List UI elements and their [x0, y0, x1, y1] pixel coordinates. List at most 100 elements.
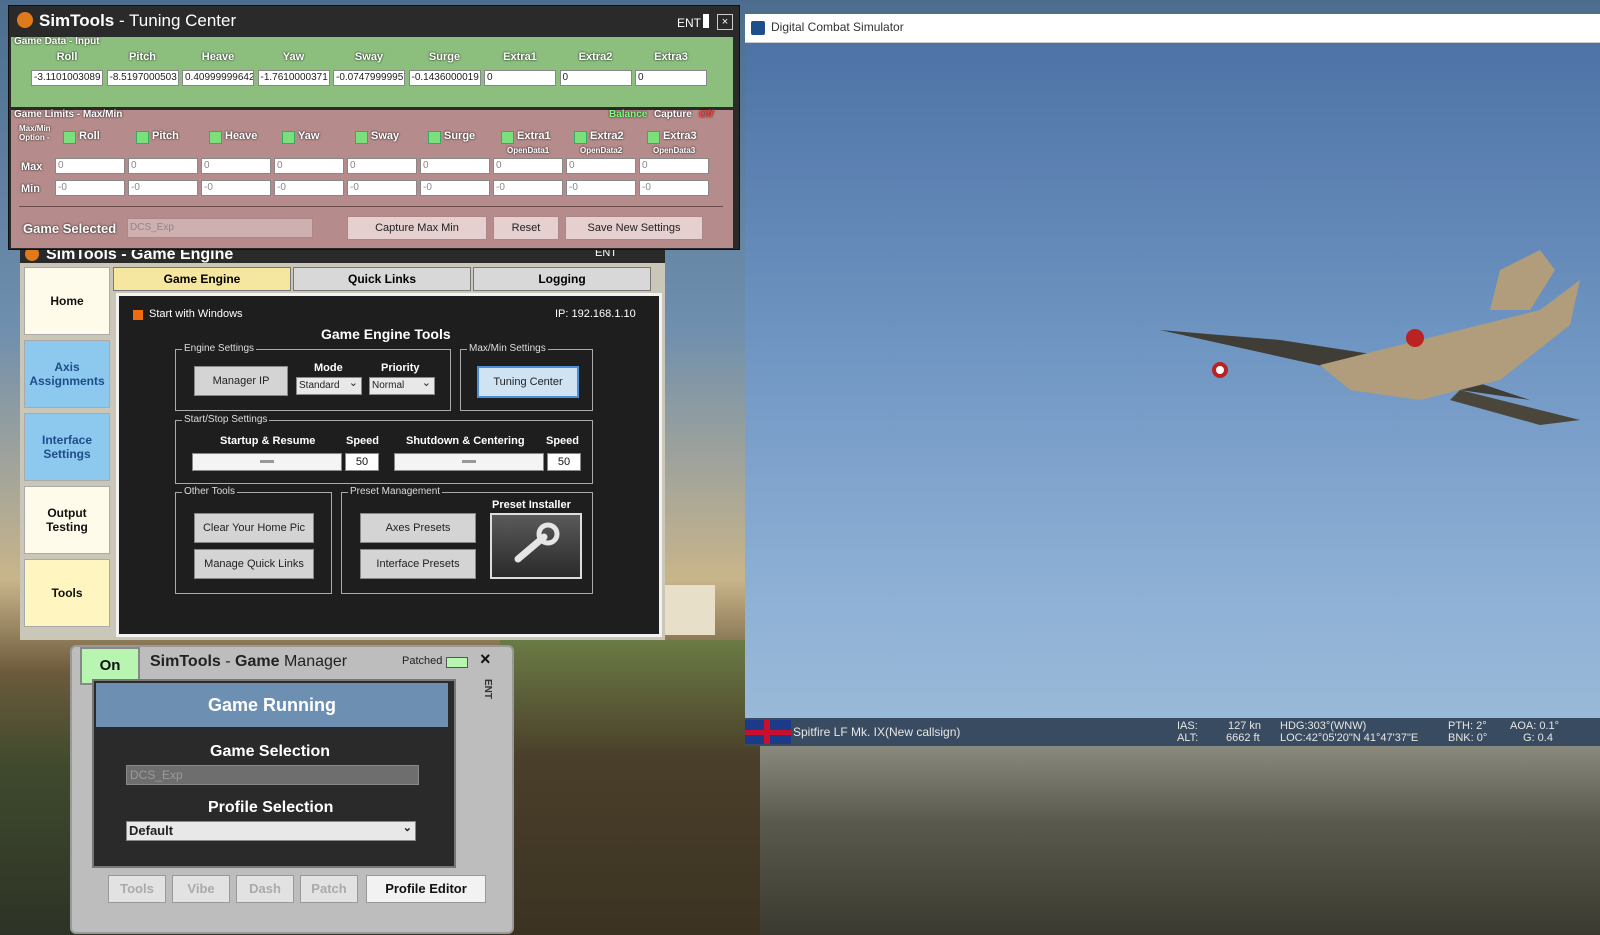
nav-interface-settings[interactable]: Interface Settings	[24, 413, 110, 481]
dash-button[interactable]: Dash	[236, 875, 294, 903]
preset-installer-button[interactable]	[490, 513, 582, 579]
min-input-extra1[interactable]: -0	[493, 180, 563, 196]
maxmin-settings-label: Max/Min Settings	[467, 343, 548, 354]
max-input-pitch[interactable]: 0	[128, 158, 198, 174]
startup-slider[interactable]	[192, 453, 342, 471]
min-input-yaw[interactable]: -0	[274, 180, 344, 196]
game-limits-panel: Game Limits - Max/Min Balance Capture Of…	[11, 109, 733, 248]
capture-max-min-button[interactable]: Capture Max Min	[347, 216, 487, 240]
game-data-header-surge: Surge	[428, 51, 461, 63]
other-tools-group: Other Tools Clear Your Home Pic Manage Q…	[175, 486, 332, 594]
game-manager-panel: Game Running Game Selection DCS_Exp Prof…	[92, 679, 456, 868]
min-input-roll[interactable]: -0	[55, 180, 125, 196]
limit-label-extra3: Extra3	[663, 130, 697, 142]
min-input-pitch[interactable]: -0	[128, 180, 198, 196]
vibe-button[interactable]: Vibe	[172, 875, 230, 903]
max-input-heave[interactable]: 0	[201, 158, 271, 174]
min-input-sway[interactable]: -0	[347, 180, 417, 196]
limit-checkbox-extra2[interactable]	[574, 131, 587, 144]
reset-button[interactable]: Reset	[493, 216, 559, 240]
min-input-surge[interactable]: -0	[420, 180, 490, 196]
shutdown-speed-input[interactable]: 50	[547, 453, 581, 471]
min-input-extra3[interactable]: -0	[639, 180, 709, 196]
game-selected-label: Game Selected	[23, 221, 117, 236]
max-input-yaw[interactable]: 0	[274, 158, 344, 174]
limit-label-sway: Sway	[371, 130, 400, 142]
dcs-window: Digital Combat Simulator Spitfire LF Mk.…	[745, 14, 1600, 746]
limit-label-roll: Roll	[79, 130, 100, 142]
profile-editor-button[interactable]: Profile Editor	[366, 875, 486, 903]
manage-quick-links-button[interactable]: Manage Quick Links	[194, 549, 314, 579]
axes-presets-button[interactable]: Axes Presets	[360, 513, 476, 543]
dcs-titlebar[interactable]: Digital Combat Simulator	[745, 14, 1600, 43]
nav-tools[interactable]: Tools	[24, 559, 110, 627]
nav-output-testing[interactable]: Output Testing	[24, 486, 110, 554]
limit-checkbox-sway[interactable]	[355, 131, 368, 144]
patched-indicator	[446, 657, 468, 668]
tools-button[interactable]: Tools	[108, 875, 166, 903]
max-input-roll[interactable]: 0	[55, 158, 125, 174]
hdg-readout: HDG:303°(WNW)	[1280, 720, 1367, 732]
minimize-icon[interactable]	[703, 14, 709, 28]
patch-button[interactable]: Patch	[300, 875, 358, 903]
game-selection-label: Game Selection	[210, 743, 331, 760]
wrench-icon	[514, 522, 560, 563]
close-icon[interactable]: ×	[480, 649, 491, 670]
balance-label[interactable]: Balance	[609, 109, 647, 120]
start-with-windows-checkbox[interactable]	[133, 310, 143, 320]
limit-checkbox-extra1[interactable]	[501, 131, 514, 144]
clear-home-pic-button[interactable]: Clear Your Home Pic	[194, 513, 314, 543]
tuning-center-button[interactable]: Tuning Center	[477, 366, 579, 398]
limit-checkbox-surge[interactable]	[428, 131, 441, 144]
aoa-readout: AOA: 0.1°	[1510, 720, 1560, 732]
priority-select[interactable]: Normal	[369, 375, 435, 395]
min-label: Min	[21, 183, 40, 195]
g-readout: G: 0.4	[1523, 732, 1553, 744]
tab-quick-links[interactable]: Quick Links	[293, 267, 471, 291]
game-data-header-extra1: Extra1	[503, 51, 537, 63]
min-input-heave[interactable]: -0	[201, 180, 271, 196]
title-bold: SimTools	[39, 11, 115, 30]
nav-axis-assignments[interactable]: Axis Assignments	[24, 340, 110, 408]
close-icon[interactable]: ×	[717, 14, 733, 30]
game-manager-title: SimTools - Game Manager	[150, 653, 347, 671]
save-new-settings-button[interactable]: Save New Settings	[565, 216, 703, 240]
manager-ip-button[interactable]: Manager IP	[194, 366, 288, 396]
capture-label: Capture	[654, 109, 692, 120]
limit-checkbox-pitch[interactable]	[136, 131, 149, 144]
capture-state[interactable]: Off	[699, 109, 713, 120]
ias-value: 127 kn	[1228, 720, 1262, 732]
max-input-extra3[interactable]: 0	[639, 158, 709, 174]
game-data-header-pitch: Pitch	[129, 51, 156, 63]
max-input-surge[interactable]: 0	[420, 158, 490, 174]
bnk-readout: BNK: 0°	[1448, 732, 1488, 744]
game-data-panel: Game Data - Input Roll -3.1101003089 Pitch…	[11, 36, 733, 107]
profile-select[interactable]: Default	[126, 819, 416, 841]
limit-checkbox-heave[interactable]	[209, 131, 222, 144]
game-data-header-extra3: Extra3	[654, 51, 688, 63]
limit-checkbox-yaw[interactable]	[282, 131, 295, 144]
alt-value: 6662 ft	[1226, 732, 1260, 744]
mode-select[interactable]: Standard	[296, 375, 362, 395]
title-rest: Manager	[279, 653, 348, 670]
startup-speed-label: Speed	[346, 435, 380, 447]
nav-home[interactable]: Home	[24, 267, 110, 335]
max-input-sway[interactable]: 0	[347, 158, 417, 174]
aircraft-name: Spitfire LF Mk. IX(New callsign)	[793, 725, 961, 739]
limit-checkbox-roll[interactable]	[63, 131, 76, 144]
tab-game-engine[interactable]: Game Engine	[113, 267, 291, 291]
interface-presets-button[interactable]: Interface Presets	[360, 549, 476, 579]
max-input-extra1[interactable]: 0	[493, 158, 563, 174]
limit-checkbox-extra3[interactable]	[647, 131, 660, 144]
tab-logging[interactable]: Logging	[473, 267, 651, 291]
profile-selection-label: Profile Selection	[208, 799, 334, 816]
startup-speed-input[interactable]: 50	[345, 453, 379, 471]
max-input-extra2[interactable]: 0	[566, 158, 636, 174]
shutdown-slider[interactable]	[394, 453, 544, 471]
shutdown-speed-label: Speed	[546, 435, 580, 447]
maxmin-settings-group: Max/Min Settings Tuning Center	[460, 343, 593, 411]
startup-resume-label: Startup & Resume	[220, 435, 316, 447]
game-limits-label: Game Limits - Max/Min	[14, 109, 123, 120]
min-input-extra2[interactable]: -0	[566, 180, 636, 196]
ip-label: IP: 192.168.1.10	[555, 308, 636, 320]
